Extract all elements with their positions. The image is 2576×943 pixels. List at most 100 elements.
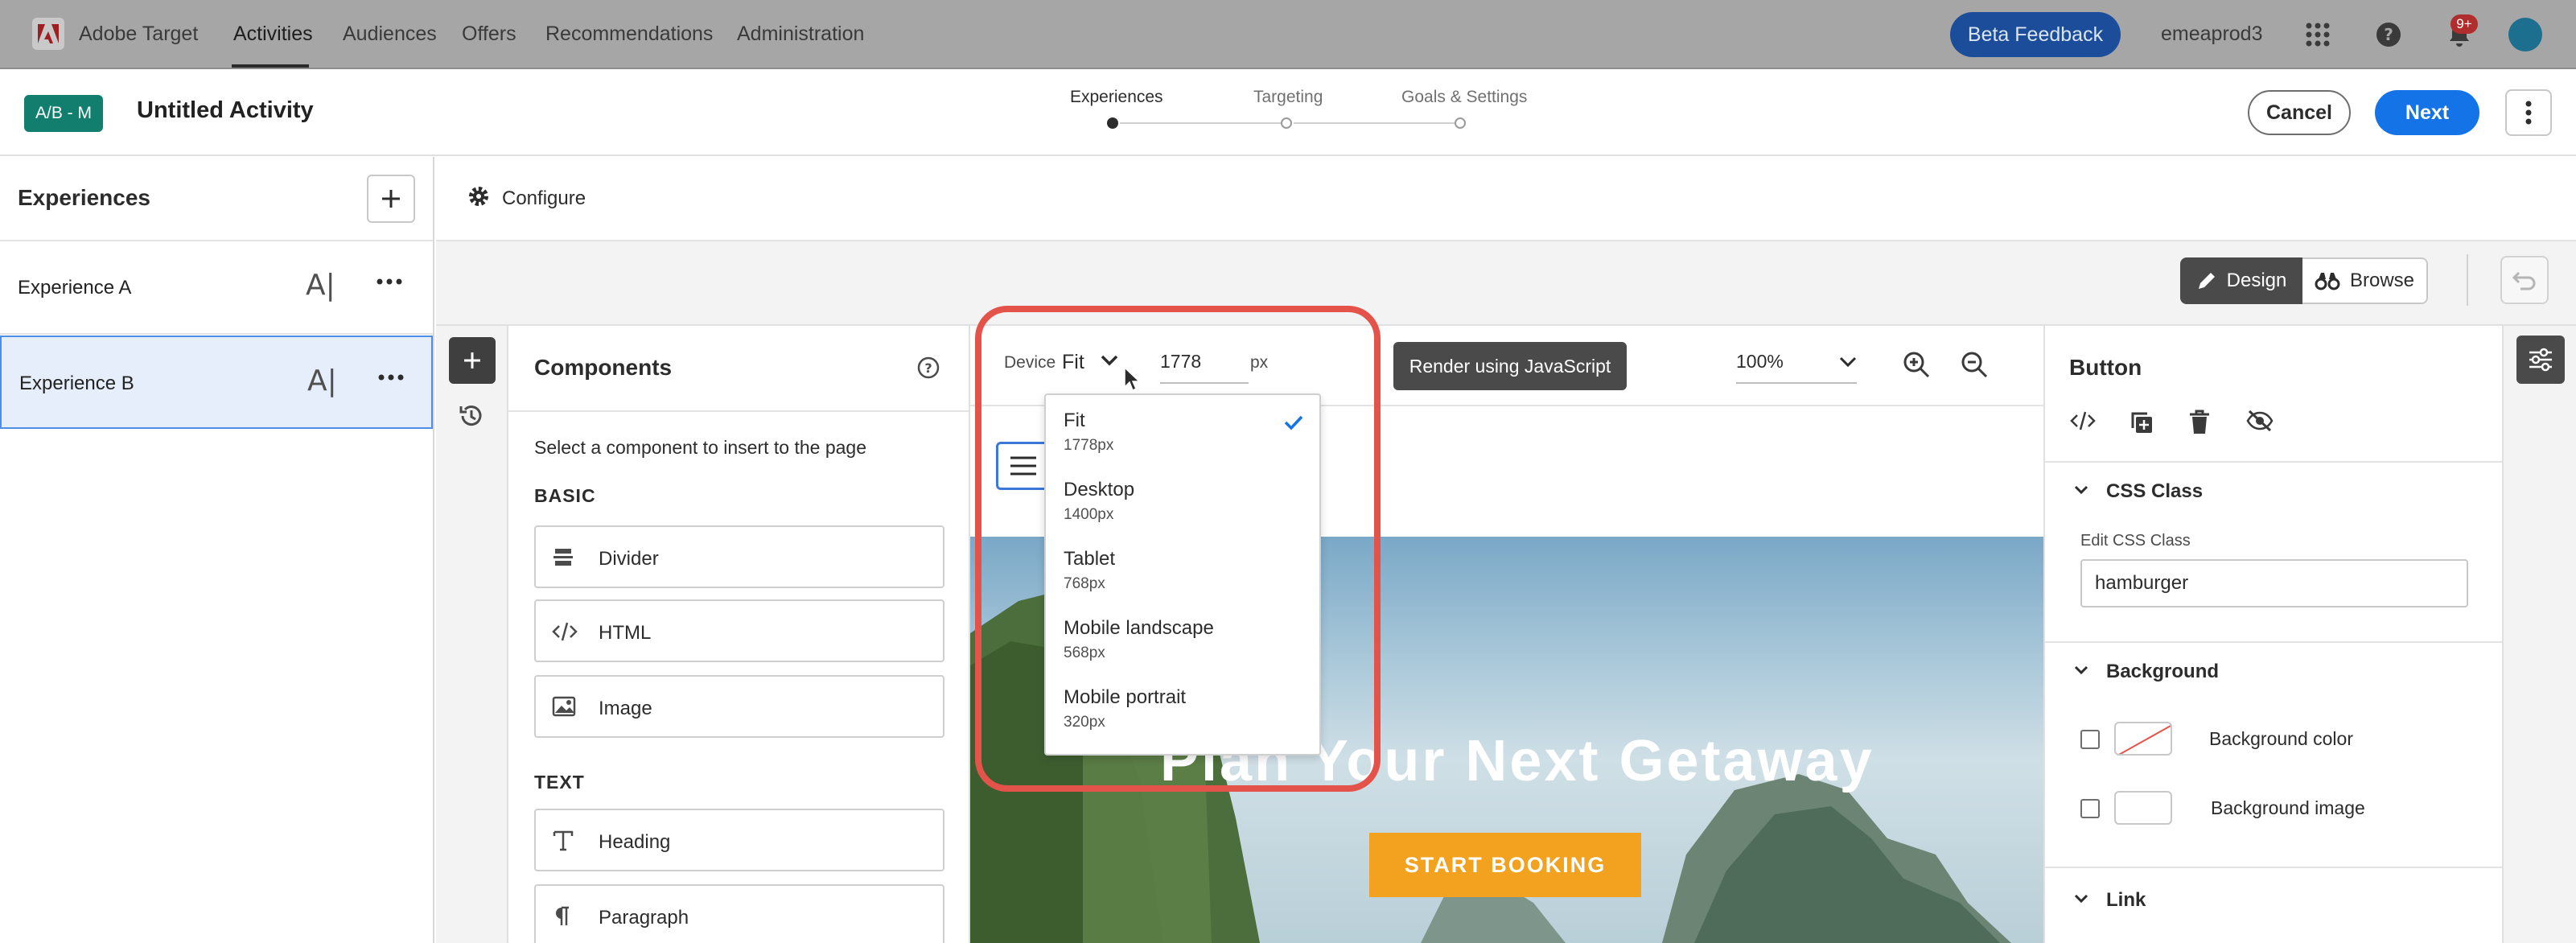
experience-label: Experience A — [18, 277, 132, 299]
binoculars-icon — [2315, 273, 2340, 290]
activity-title[interactable]: Untitled Activity — [137, 97, 314, 124]
design-mode-button[interactable]: Design — [2180, 257, 2302, 304]
component-paragraph[interactable]: Paragraph — [534, 884, 944, 943]
code-icon[interactable] — [2069, 410, 2097, 432]
gear-icon[interactable] — [467, 184, 491, 208]
divider — [2045, 867, 2502, 868]
history-icon[interactable] — [459, 403, 484, 429]
nav-administration[interactable]: Administration — [737, 23, 864, 46]
background-color-swatch[interactable] — [2114, 722, 2172, 756]
more-horizontal-icon[interactable] — [378, 374, 404, 381]
text-ai-icon[interactable]: A| — [307, 364, 337, 397]
start-booking-button[interactable]: START BOOKING — [1369, 833, 1641, 897]
nav-activities[interactable]: Activities — [233, 23, 313, 46]
notification-count-badge: 9+ — [2450, 14, 2478, 34]
zoom-out-icon[interactable] — [1960, 350, 1989, 379]
plus-icon — [382, 190, 400, 208]
css-class-input[interactable]: hamburger — [2080, 559, 2468, 607]
components-description: Select a component to insert to the page — [534, 437, 866, 458]
step-targeting[interactable]: Targeting — [1253, 88, 1323, 107]
image-icon — [552, 696, 576, 717]
component-label: Heading — [599, 831, 671, 853]
background-image-label: Background image — [2211, 797, 2365, 818]
more-horizontal-icon[interactable] — [377, 278, 402, 285]
plus-icon — [464, 352, 480, 369]
cancel-button[interactable]: Cancel — [2248, 90, 2351, 135]
adobe-logo-icon — [32, 18, 64, 50]
right-rail — [2502, 326, 2576, 943]
component-heading[interactable]: Heading — [534, 809, 944, 871]
components-panel: Components ? Select a component to inser… — [508, 326, 970, 943]
callout-highlight — [975, 306, 1381, 792]
configure-bar: Configure — [436, 157, 2576, 241]
design-label: Design — [2226, 270, 2287, 291]
nav-recommendations[interactable]: Recommendations — [545, 23, 713, 46]
section-text-title: TEXT — [534, 772, 585, 793]
code-icon — [552, 620, 578, 643]
zoom-in-icon[interactable] — [1902, 350, 1931, 379]
experience-item[interactable]: Experience A A| — [0, 241, 433, 335]
css-class-section-title[interactable]: CSS Class — [2106, 480, 2203, 503]
apps-grid-icon[interactable] — [2306, 23, 2330, 47]
divider-icon — [552, 546, 574, 569]
configure-button[interactable]: Configure — [502, 187, 586, 210]
chevron-down-icon[interactable] — [2074, 894, 2088, 904]
svg-text:?: ? — [2384, 25, 2393, 44]
step-experiences[interactable]: Experiences — [1070, 88, 1163, 107]
background-section-title[interactable]: Background — [2106, 661, 2219, 683]
global-nav: Adobe Target Activities Audiences Offers… — [0, 0, 2576, 69]
background-image-swatch[interactable] — [2114, 791, 2172, 825]
background-color-checkbox[interactable] — [2080, 730, 2100, 749]
divider — [2045, 641, 2502, 643]
background-color-label: Background color — [2209, 728, 2353, 749]
sliders-icon — [2529, 348, 2552, 372]
step-targeting-dot — [1281, 117, 1292, 129]
link-section-title[interactable]: Link — [2106, 889, 2146, 912]
nav-active-indicator — [232, 64, 309, 68]
chevron-down-icon[interactable] — [2074, 665, 2088, 675]
activity-type-badge: A/B - M — [24, 95, 103, 132]
user-avatar[interactable] — [2508, 18, 2542, 51]
step-goals-dot — [1455, 117, 1466, 129]
component-image[interactable]: Image — [534, 675, 944, 738]
divider — [508, 410, 969, 412]
text-ai-icon[interactable]: A| — [306, 269, 335, 302]
experience-label: Experience B — [19, 373, 134, 394]
product-name[interactable]: Adobe Target — [79, 23, 198, 46]
next-button[interactable]: Next — [2375, 90, 2479, 135]
more-options-button[interactable] — [2505, 89, 2552, 136]
browse-mode-button[interactable]: Browse — [2302, 257, 2428, 304]
experiences-header: Experiences — [0, 157, 433, 241]
component-divider[interactable]: Divider — [534, 525, 944, 588]
properties-toggle-button[interactable] — [2516, 336, 2565, 384]
add-experience-button[interactable] — [367, 175, 415, 223]
help-icon[interactable]: ? — [2376, 22, 2401, 47]
chevron-down-icon[interactable] — [2074, 485, 2088, 495]
nav-audiences[interactable]: Audiences — [343, 23, 437, 46]
step-experiences-dot — [1107, 117, 1118, 129]
render-javascript-button[interactable]: Render using JavaScript — [1393, 342, 1627, 390]
step-goals-settings[interactable]: Goals & Settings — [1401, 88, 1527, 107]
nav-offers[interactable]: Offers — [462, 23, 516, 46]
component-html[interactable]: HTML — [534, 599, 944, 662]
beta-feedback-button[interactable]: Beta Feedback — [1950, 12, 2121, 57]
chevron-down-icon[interactable] — [1839, 356, 1857, 368]
delete-icon[interactable] — [2188, 410, 2211, 435]
duplicate-icon[interactable] — [2129, 410, 2154, 435]
background-image-checkbox[interactable] — [2080, 799, 2100, 818]
browse-label: Browse — [2349, 270, 2415, 291]
undo-button[interactable] — [2500, 256, 2549, 304]
experiences-panel: Experiences Experience A A| Experience B… — [0, 157, 434, 943]
properties-panel: Button CSS Class Edit CSS Class hamburge… — [2043, 326, 2502, 943]
editor-toolbar: Design Browse — [436, 241, 2576, 326]
help-circle-icon[interactable]: ? — [917, 356, 940, 379]
insert-component-button[interactable] — [449, 337, 496, 384]
component-label: Paragraph — [599, 907, 689, 929]
component-label: Image — [599, 698, 652, 719]
visibility-off-icon[interactable] — [2246, 410, 2274, 432]
paragraph-icon — [552, 905, 571, 928]
toolbar-divider — [2467, 254, 2468, 306]
experience-item-selected[interactable]: Experience B A| — [0, 336, 433, 429]
org-switcher[interactable]: emeaprod3 — [2161, 23, 2262, 46]
component-label: HTML — [599, 622, 652, 644]
